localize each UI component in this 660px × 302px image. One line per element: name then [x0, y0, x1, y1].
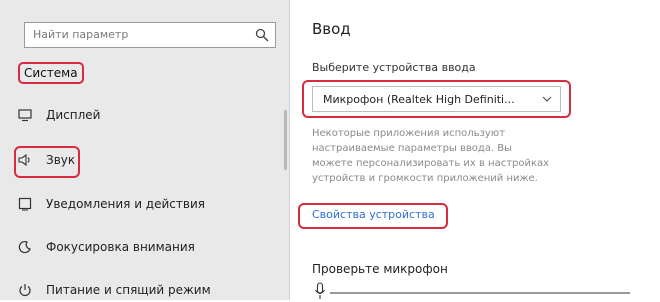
sidebar-item-label: Дисплей	[46, 108, 101, 122]
focus-assist-icon	[18, 240, 31, 254]
annotation-highlight	[302, 80, 571, 118]
display-icon	[18, 109, 32, 122]
sidebar: Найти параметр Система Дисплей Звук Увед…	[0, 0, 289, 300]
sidebar-section-title: Система	[18, 62, 84, 84]
sidebar-item-power[interactable]: Питание и спящий режим	[18, 278, 211, 302]
test-microphone-title: Проверьте микрофон	[312, 262, 448, 276]
notification-icon	[18, 197, 32, 211]
microphone-level-meter	[330, 292, 630, 294]
search-icon[interactable]	[255, 28, 269, 42]
sidebar-scrollbar[interactable]	[284, 110, 287, 170]
sidebar-item-label: Уведомления и действия	[46, 197, 205, 211]
power-icon	[19, 284, 31, 297]
device-label: Выберите устройства ввода	[312, 61, 476, 74]
sidebar-item-notifications[interactable]: Уведомления и действия	[18, 192, 205, 216]
section-title: Ввод	[312, 20, 351, 38]
sidebar-item-label: Фокусировка внимания	[46, 240, 195, 254]
microphone-icon	[315, 282, 325, 299]
sidebar-item-label: Питание и спящий режим	[46, 283, 211, 297]
search-box[interactable]: Найти параметр	[24, 22, 276, 48]
divider	[289, 0, 290, 300]
annotation-highlight	[298, 203, 448, 229]
sidebar-item-focus[interactable]: Фокусировка внимания	[18, 235, 195, 259]
description-text: Некоторые приложения используют настраив…	[312, 128, 550, 184]
sidebar-item-display[interactable]: Дисплей	[18, 103, 100, 127]
annotation-highlight	[14, 146, 80, 178]
search-input[interactable]: Найти параметр	[33, 28, 128, 41]
